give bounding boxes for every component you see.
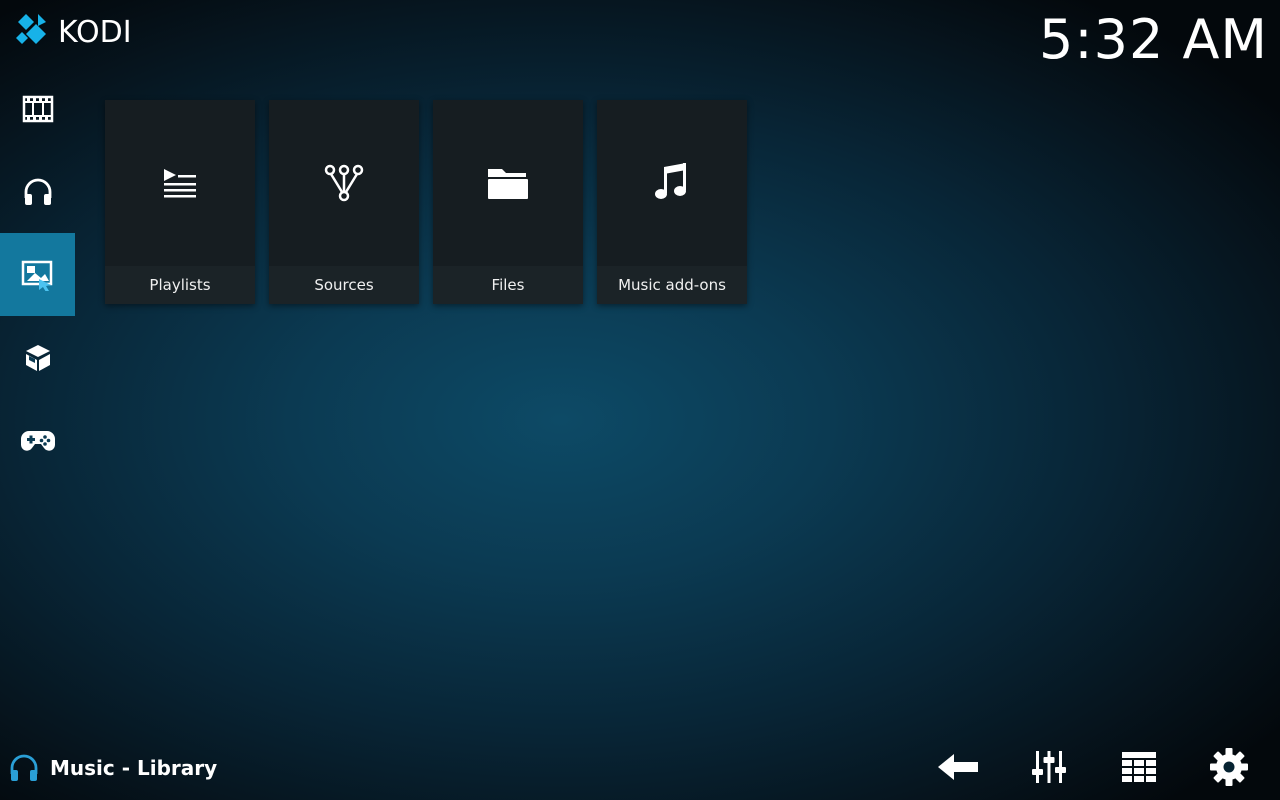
music-headphones-icon: [24, 178, 51, 205]
headphones-icon: [10, 754, 38, 781]
footer-actions: [938, 746, 1250, 788]
sidebar: [0, 67, 75, 482]
sources-icon: [324, 164, 364, 202]
sidebar-item-movies[interactable]: [0, 67, 75, 150]
view-grid-button[interactable]: [1118, 746, 1160, 788]
kodi-logo: KODI: [16, 12, 132, 52]
back-arrow-icon: [938, 754, 978, 780]
sidebar-item-music[interactable]: [0, 150, 75, 233]
folder-icon: [488, 169, 528, 199]
tile-files[interactable]: Files: [433, 100, 583, 304]
games-controller-icon: [20, 430, 55, 451]
movies-icon: [22, 95, 53, 122]
sidebar-item-addons[interactable]: [0, 316, 75, 399]
music-menu-tiles: Playlists Sources Files Music add-ons: [105, 100, 747, 304]
equalizer-icon: [1032, 751, 1066, 783]
kodi-logo-icon: [16, 14, 46, 44]
tile-label: Sources: [269, 266, 419, 304]
addons-box-icon: [25, 344, 50, 371]
equalizer-button[interactable]: [1028, 746, 1070, 788]
playlist-icon: [164, 169, 196, 198]
back-button[interactable]: [938, 746, 980, 788]
tile-label: Files: [433, 266, 583, 304]
tile-sources[interactable]: Sources: [269, 100, 419, 304]
tile-label: Music add-ons: [597, 266, 747, 304]
pictures-icon: [21, 260, 52, 291]
settings-button[interactable]: [1208, 746, 1250, 788]
music-note-icon: [655, 163, 686, 199]
clock: 5:32 AM: [1039, 8, 1268, 71]
logo-text: KODI: [58, 14, 132, 50]
sidebar-item-pictures[interactable]: [0, 233, 75, 316]
tile-music-addons[interactable]: Music add-ons: [597, 100, 747, 304]
section-title: Music - Library: [50, 756, 218, 780]
grid-icon: [1122, 752, 1156, 782]
settings-gear-icon: [1210, 748, 1248, 786]
tile-playlists[interactable]: Playlists: [105, 100, 255, 304]
section-indicator: Music - Library: [8, 750, 217, 786]
tile-label: Playlists: [105, 266, 255, 304]
sidebar-item-games[interactable]: [0, 399, 75, 482]
